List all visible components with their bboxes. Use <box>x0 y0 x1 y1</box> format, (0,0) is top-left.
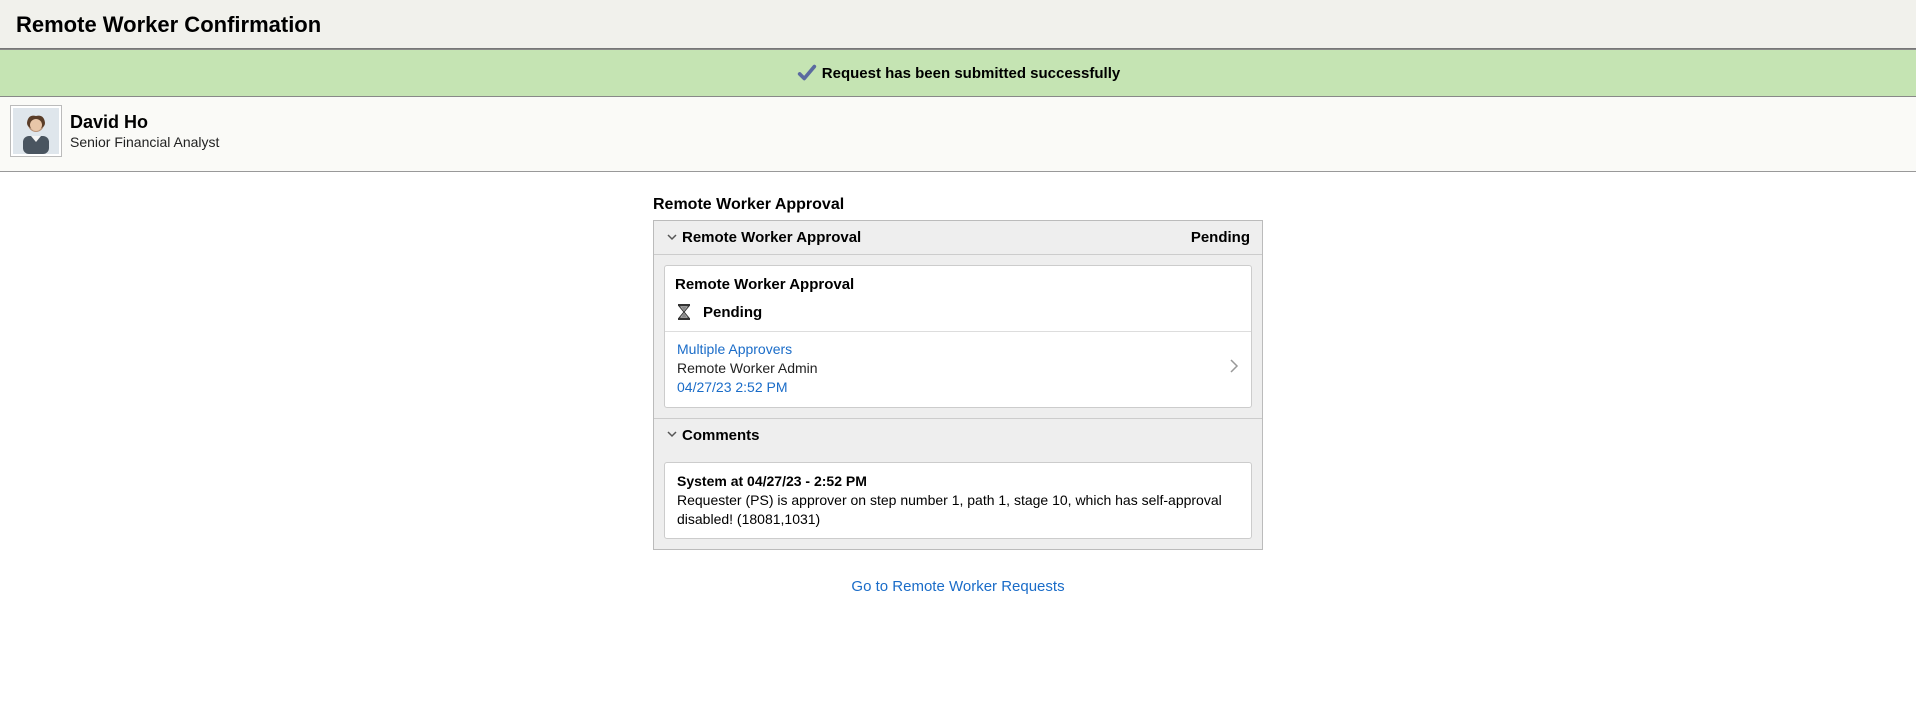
approval-panel: Remote Worker Approval Pending Remote Wo… <box>653 220 1263 550</box>
success-banner: Request has been submitted successfully <box>0 49 1916 97</box>
chevron-right-icon <box>1229 358 1239 379</box>
checkmark-icon <box>796 62 818 84</box>
avatar <box>10 105 62 157</box>
approval-status-row: Pending <box>665 299 1251 332</box>
approver-link: Multiple Approvers <box>677 340 818 359</box>
approval-timestamp: 04/27/23 2:52 PM <box>677 378 818 397</box>
page-header: Remote Worker Confirmation <box>0 0 1916 49</box>
page-title: Remote Worker Confirmation <box>16 12 1900 38</box>
approval-body: Remote Worker Approval Pending <box>654 255 1262 418</box>
comment-text: Requester (PS) is approver on step numbe… <box>677 491 1239 529</box>
comment-card: System at 04/27/23 - 2:52 PM Requester (… <box>664 462 1252 540</box>
footer-link-wrap: Go to Remote Worker Requests <box>653 550 1263 623</box>
approval-card: Remote Worker Approval Pending <box>664 265 1252 408</box>
approval-card-title: Remote Worker Approval <box>665 266 1251 299</box>
comments-body: System at 04/27/23 - 2:52 PM Requester (… <box>654 452 1262 550</box>
comments-header[interactable]: Comments <box>654 418 1262 452</box>
hourglass-icon <box>675 303 693 321</box>
approval-panel-status: Pending <box>1191 229 1250 246</box>
success-message: Request has been submitted successfully <box>822 65 1120 82</box>
approval-panel-title: Remote Worker Approval <box>682 229 861 246</box>
go-to-requests-link[interactable]: Go to Remote Worker Requests <box>851 578 1064 595</box>
employee-bar: David Ho Senior Financial Analyst <box>0 97 1916 172</box>
employee-name: David Ho <box>70 112 219 134</box>
approval-section-heading: Remote Worker Approval <box>653 190 1263 220</box>
comments-title: Comments <box>682 427 760 444</box>
employee-job-title: Senior Financial Analyst <box>70 134 219 150</box>
approval-panel-header[interactable]: Remote Worker Approval Pending <box>654 221 1262 255</box>
approver-row[interactable]: Multiple Approvers Remote Worker Admin 0… <box>665 332 1251 407</box>
approver-role: Remote Worker Admin <box>677 359 818 378</box>
comment-header: System at 04/27/23 - 2:52 PM <box>677 473 1239 489</box>
chevron-down-icon <box>666 427 678 443</box>
chevron-down-icon <box>666 230 678 246</box>
main-content: Remote Worker Approval Remote Worker App… <box>653 190 1263 623</box>
approval-status-label: Pending <box>703 304 762 321</box>
employee-info: David Ho Senior Financial Analyst <box>70 112 219 150</box>
